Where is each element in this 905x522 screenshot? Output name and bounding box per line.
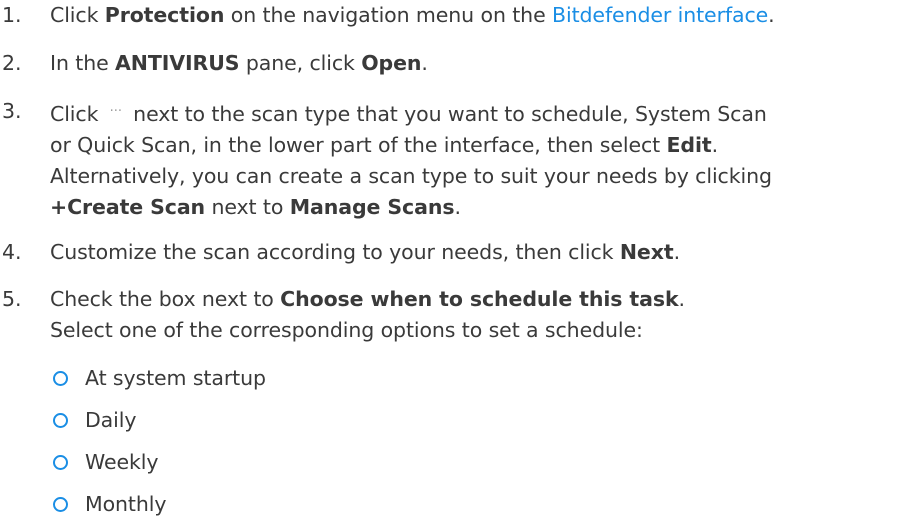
step-text: . — [678, 287, 686, 311]
step-text: . — [711, 133, 719, 157]
step-text: . — [454, 195, 461, 219]
radio-circle-icon[interactable] — [53, 497, 68, 512]
step-text: next to the scan type that you want to s… — [126, 102, 767, 126]
step-number: 2. — [2, 51, 22, 75]
step-number: 4. — [2, 240, 22, 264]
schedule-task-label: Choose when to schedule this task — [280, 287, 679, 311]
step-2: 2. In the ANTIVIRUS pane, click Open. — [0, 48, 880, 79]
manage-scans-label: Manage Scans — [289, 195, 455, 219]
option-weekly[interactable]: Weekly — [50, 447, 159, 478]
step-text: Click — [50, 102, 105, 126]
option-label: Daily — [85, 408, 137, 432]
option-daily[interactable]: Daily — [50, 405, 136, 436]
instructions-document: 1. Click Protection on the navigation me… — [0, 0, 905, 522]
option-label: Monthly — [85, 492, 167, 516]
step-4: 4. Customize the scan according to your … — [0, 237, 880, 268]
step-number: 3. — [2, 99, 22, 123]
step-text: In the — [50, 51, 116, 75]
antivirus-label: ANTIVIRUS — [115, 51, 240, 75]
step-text: next to — [205, 195, 290, 219]
step-text: . — [421, 51, 428, 75]
next-label: Next — [619, 240, 674, 264]
step-3: 3. Click ··· next to the scan type that … — [0, 96, 880, 223]
step-text: Select one of the corresponding options … — [50, 318, 643, 342]
step-5: 5. Check the box next to Choose when to … — [0, 284, 880, 346]
open-label: Open — [361, 51, 422, 75]
edit-label: Edit — [666, 133, 712, 157]
option-label: Weekly — [85, 450, 159, 474]
more-options-icon: ··· — [109, 104, 122, 119]
step-1: 1. Click Protection on the navigation me… — [0, 0, 880, 31]
radio-circle-icon[interactable] — [53, 413, 68, 428]
step-number: 1. — [2, 3, 22, 27]
bitdefender-interface-link[interactable]: Bitdefender interface — [552, 3, 768, 27]
step-text: Customize the scan according to your nee… — [50, 240, 620, 264]
protection-label: Protection — [104, 3, 225, 27]
step-text: on the navigation menu on the — [224, 3, 553, 27]
step-text: . — [768, 3, 775, 27]
step-number: 5. — [2, 287, 22, 311]
radio-circle-icon[interactable] — [53, 371, 68, 386]
step-text: Click — [50, 3, 105, 27]
create-scan-label: +Create Scan — [50, 195, 206, 219]
option-monthly[interactable]: Monthly — [50, 489, 166, 520]
radio-circle-icon[interactable] — [53, 455, 68, 470]
step-text: pane, click — [239, 51, 362, 75]
step-text: Check the box next to — [50, 287, 281, 311]
step-text: or Quick Scan, in the lower part of the … — [50, 133, 667, 157]
step-text: Alternatively, you can create a scan typ… — [50, 164, 772, 188]
option-at-system-startup[interactable]: At system startup — [50, 363, 266, 394]
option-label: At system startup — [85, 366, 266, 390]
step-text: . — [673, 240, 681, 264]
